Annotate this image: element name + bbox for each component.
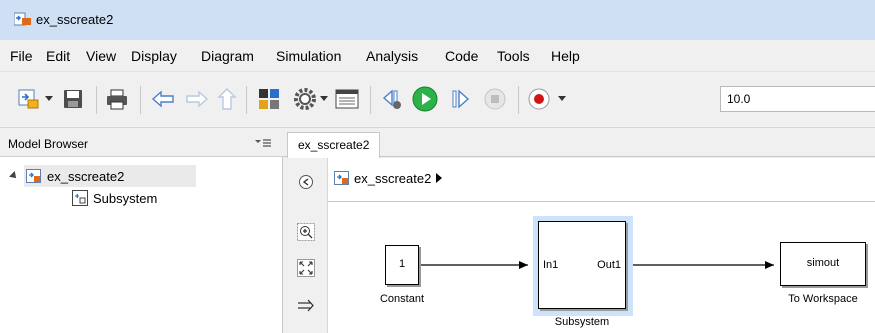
editor-tabs: ex_sscreate2 [283,130,875,158]
tree-item-subsystem[interactable]: Subsystem [72,187,212,209]
simulink-model-icon [26,169,41,183]
breadcrumb-item-ex_sscreate2[interactable]: ex_sscreate2 [334,170,443,186]
model-tree: ex_sscreate2 Subsystem [0,157,283,333]
stop-button[interactable] [482,86,508,112]
back-icon [151,90,174,108]
run-icon [412,86,438,112]
menu-simulation[interactable]: Simulation [276,48,341,64]
new-model-button[interactable] [16,86,42,112]
panel-menu-icon[interactable] [255,138,271,148]
subsystem-block[interactable]: In1 Out1 [538,221,626,309]
stop-icon [484,88,506,110]
step-forward-icon [452,89,470,109]
to-workspace-label[interactable]: To Workspace [774,293,872,305]
tree-item-ex_sscreate2[interactable]: ex_sscreate2 [9,165,196,187]
step-forward-button[interactable] [447,86,473,112]
menu-analysis[interactable]: Analysis [366,48,418,64]
breadcrumb-arrow-icon[interactable] [436,173,443,183]
arrow-right-icon [298,299,314,312]
fit-to-view-button[interactable] [294,256,318,280]
step-back-icon [382,89,401,109]
menu-help[interactable]: Help [551,48,580,64]
model-explorer-icon [335,89,359,109]
library-browser-button[interactable] [256,86,282,112]
new-model-icon [18,89,39,109]
forward-button[interactable] [184,86,210,112]
menu-tools[interactable]: Tools [497,48,530,64]
tree-item-label: Subsystem [93,190,158,206]
constant-label[interactable]: Constant [376,293,428,305]
model-explorer-button[interactable] [334,86,360,112]
menu-file[interactable]: File [10,48,33,64]
window-title: ex_sscreate2 [36,12,114,27]
diagram-canvas[interactable]: 1 Constant In1 Out1 Subsystem simout To … [328,202,875,333]
save-button[interactable] [60,86,86,112]
in-port-label: In1 [543,259,559,271]
hide-browser-icon [299,175,313,189]
subsystem-icon [72,190,88,206]
print-button[interactable] [104,86,130,112]
arrow-button[interactable] [294,294,318,318]
record-button[interactable] [526,86,552,112]
save-icon [64,90,82,108]
title-bar: ex_sscreate2 [0,0,875,40]
menu-display[interactable]: Display [131,48,177,64]
menu-code[interactable]: Code [445,48,478,64]
record-icon [528,88,550,110]
back-button[interactable] [150,86,176,112]
menu-bar: File Edit View Display Diagram Simulatio… [0,40,875,72]
constant-value: 1 [398,258,406,270]
settings-icon [294,88,316,110]
menu-view[interactable]: View [86,48,116,64]
model-browser-header: Model Browser [0,130,283,157]
tab-ex_sscreate2[interactable]: ex_sscreate2 [287,132,381,158]
zoom-icon [297,223,315,241]
model-browser-title: Model Browser [8,137,89,151]
chevron-down-icon[interactable] [45,96,53,101]
menu-diagram[interactable]: Diagram [201,48,254,64]
stop-time-input[interactable]: 10.0 [720,86,875,112]
up-icon [217,88,237,110]
constant-block[interactable]: 1 [385,245,419,285]
step-back-button[interactable] [379,86,405,112]
breadcrumb-label: ex_sscreate2 [354,170,432,186]
subsystem-label[interactable]: Subsystem [542,316,622,328]
tree-item-label: ex_sscreate2 [47,168,125,184]
chevron-down-icon[interactable] [320,96,328,101]
expand-icon[interactable] [9,171,19,181]
chevron-down-icon[interactable] [558,96,566,101]
fit-to-view-icon [297,259,315,277]
simulink-model-icon [334,171,349,185]
run-button[interactable] [412,86,438,112]
hide-browser-button[interactable] [294,170,318,194]
diagram-palette [284,158,328,333]
forward-icon [186,90,209,108]
menu-edit[interactable]: Edit [46,48,70,64]
out-port-label: Out1 [597,259,621,271]
up-button[interactable] [214,86,240,112]
model-settings-button[interactable] [292,86,318,112]
workspace-variable: simout [806,257,840,269]
zoom-button[interactable] [294,220,318,244]
breadcrumb: ex_sscreate2 [328,158,875,202]
simulink-model-icon [14,12,31,26]
print-icon [107,89,127,110]
to-workspace-block[interactable]: simout [780,242,866,286]
library-browser-icon [259,89,279,109]
